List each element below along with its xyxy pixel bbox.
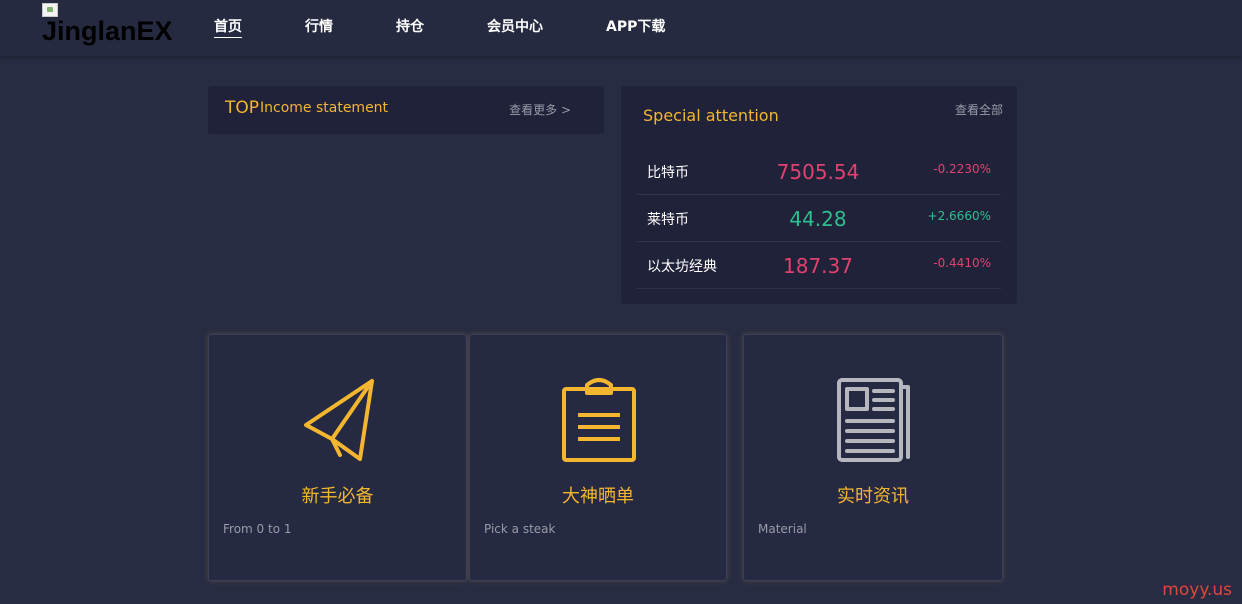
clipboard-icon	[562, 378, 636, 462]
card-subtitle: Material	[758, 522, 807, 536]
coin-name: 以太坊经典	[647, 259, 717, 275]
coin-row-ethereum-classic[interactable]: 以太坊经典 187.37 -0.4410%	[637, 242, 1001, 289]
nav-app-download[interactable]: APP下载	[606, 16, 665, 36]
coin-name: 比特币	[647, 165, 689, 181]
card-title: 新手必备	[301, 486, 374, 507]
newspaper-icon	[837, 378, 910, 462]
watermark: moyy.us	[1162, 580, 1232, 600]
coin-price: 44.28	[789, 207, 847, 231]
card-expert-orders[interactable]: 大神晒单 Pick a steak	[469, 334, 727, 581]
income-statement-panel: TOP Income statement 查看更多 >	[208, 86, 604, 134]
broken-image-icon	[42, 3, 58, 17]
top-header: JinglanEX 首页 行情 持仓 会员中心 APP下载	[0, 0, 1242, 56]
coin-change: -0.2230%	[933, 162, 991, 176]
special-attention-title: Special attention	[643, 106, 779, 125]
coin-price: 7505.54	[776, 160, 860, 184]
coin-change: -0.4410%	[933, 256, 991, 270]
card-subtitle: From 0 to 1	[223, 522, 292, 536]
logo[interactable]: JinglanEX	[42, 3, 173, 45]
logo-text: JinglanEX	[42, 16, 173, 46]
card-subtitle: Pick a steak	[484, 522, 556, 536]
nav-market[interactable]: 行情	[305, 16, 333, 36]
card-title: 大神晒单	[562, 486, 634, 507]
nav-home[interactable]: 首页	[214, 16, 242, 38]
coin-row-bitcoin[interactable]: 比特币 7505.54 -0.2230%	[637, 148, 1001, 195]
card-realtime-news[interactable]: 实时资讯 Material	[743, 334, 1003, 581]
paper-plane-icon	[304, 379, 374, 461]
coin-price: 187.37	[783, 254, 853, 278]
nav-positions[interactable]: 持仓	[396, 16, 424, 36]
income-statement-title: Income statement	[260, 100, 389, 116]
coin-name: 莱特币	[647, 212, 689, 228]
card-beginner-guide[interactable]: 新手必备 From 0 to 1	[208, 334, 467, 581]
special-attention-panel: Special attention 查看全部 比特币 7505.54 -0.22…	[621, 86, 1017, 304]
view-more-link[interactable]: 查看更多 >	[509, 101, 571, 118]
coin-row-litecoin[interactable]: 莱特币 44.28 +2.6660%	[637, 195, 1001, 242]
coin-change: +2.6660%	[927, 209, 991, 223]
top-tag: TOP	[225, 98, 260, 118]
card-title: 实时资讯	[837, 486, 909, 507]
nav-member-center[interactable]: 会员中心	[487, 16, 543, 36]
view-all-link[interactable]: 查看全部	[955, 101, 1003, 118]
